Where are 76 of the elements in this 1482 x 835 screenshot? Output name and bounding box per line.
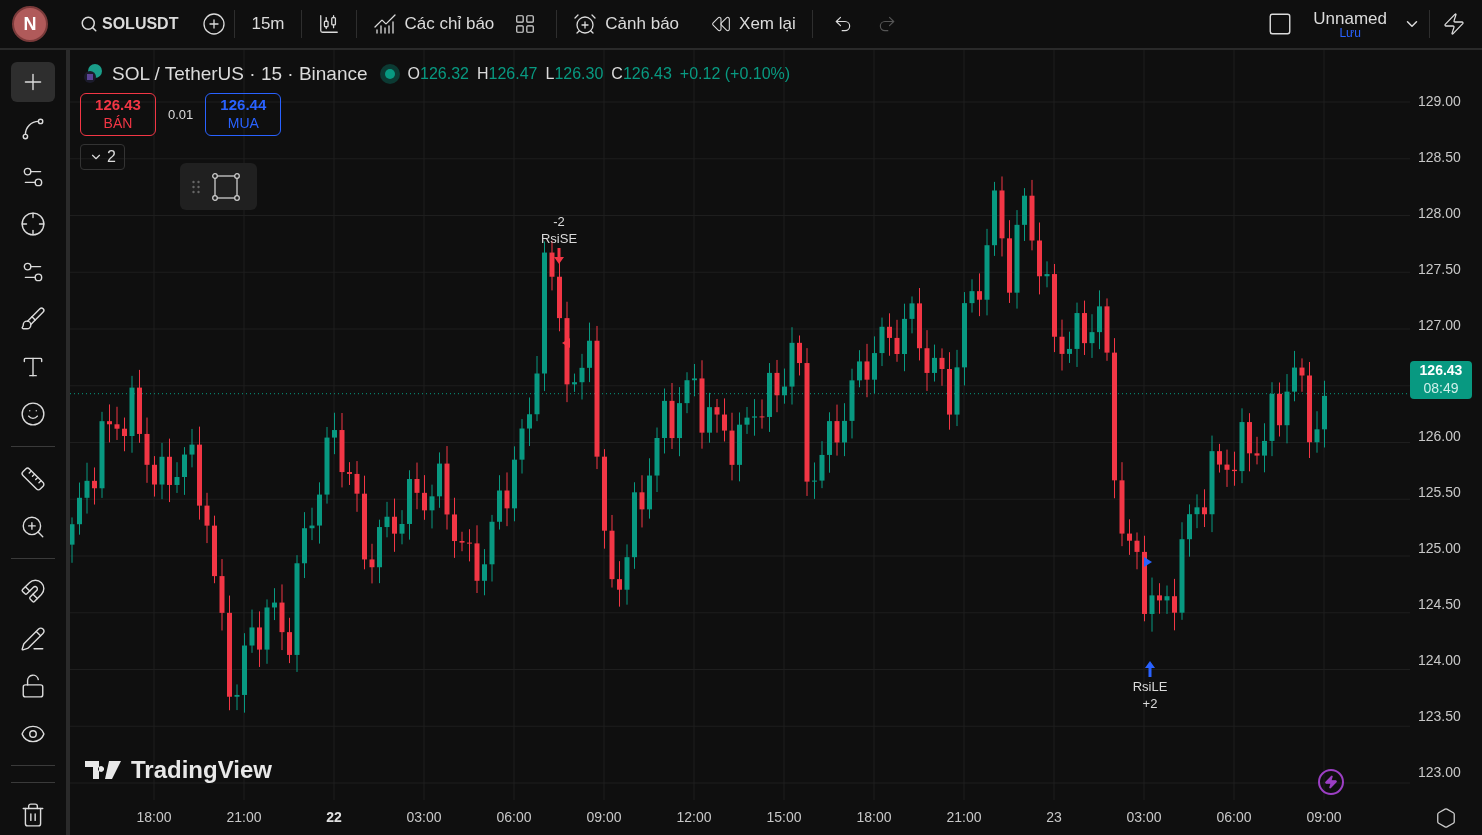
logo-icon bbox=[85, 760, 123, 780]
ohlc-value: C126.43 bbox=[611, 64, 672, 85]
replay-button[interactable]: Xem lại bbox=[703, 11, 804, 37]
price-label: 123.00 bbox=[1418, 762, 1461, 782]
indicators-button[interactable]: Các chỉ báo bbox=[364, 11, 503, 37]
price-label: 124.50 bbox=[1418, 595, 1461, 615]
time-label: 03:00 bbox=[406, 808, 442, 827]
pencil-icon bbox=[20, 625, 46, 652]
time-label: 22 bbox=[326, 808, 342, 827]
time-label: 12:00 bbox=[676, 808, 712, 827]
price-label: 125.50 bbox=[1418, 483, 1461, 503]
time-label: 06:00 bbox=[1216, 808, 1252, 827]
add-symbol-button[interactable] bbox=[202, 12, 227, 36]
drag-handle-icon bbox=[192, 179, 200, 194]
time-label: 09:00 bbox=[586, 808, 622, 827]
signal-label: -2 bbox=[553, 213, 565, 230]
tool-button[interactable] bbox=[11, 62, 55, 102]
time-label: 23 bbox=[1046, 808, 1062, 827]
save-link[interactable]: Lưu bbox=[1339, 26, 1361, 39]
sell-button[interactable]: 126.43 BÁN bbox=[80, 93, 156, 136]
triangle-marker-icon bbox=[1144, 557, 1152, 567]
price-label: 128.50 bbox=[1418, 147, 1461, 167]
grid-icon bbox=[514, 13, 537, 35]
triangle-marker-icon bbox=[562, 338, 570, 348]
ohlc-value: O126.32 bbox=[407, 64, 469, 85]
symbol-title: SOL / TetherUS · 15 · Binance bbox=[112, 62, 368, 86]
price-label: 127.50 bbox=[1418, 259, 1461, 279]
buy-button[interactable]: 126.44 MUA bbox=[205, 93, 282, 136]
time-label: 03:00 bbox=[1126, 808, 1162, 827]
signal-label: RsiLE bbox=[1132, 678, 1168, 695]
smiley-icon bbox=[20, 401, 46, 428]
rewind-icon bbox=[711, 14, 732, 34]
countdown-time: 08:49 bbox=[1423, 379, 1459, 398]
coin-icon bbox=[82, 63, 104, 86]
price-label: 128.00 bbox=[1418, 203, 1461, 223]
symbol-search-button[interactable]: SOLUSDT bbox=[80, 12, 179, 36]
collapse-indicators-button[interactable]: 2 bbox=[80, 144, 125, 170]
alarm-icon bbox=[573, 12, 598, 36]
price-label: 129.00 bbox=[1418, 92, 1461, 112]
alerts-button[interactable]: Cảnh báo bbox=[565, 11, 688, 37]
time-label: 21:00 bbox=[226, 808, 262, 827]
brand-logo-text: TradingView bbox=[131, 758, 272, 782]
time-label: 09:00 bbox=[1306, 808, 1342, 827]
magnet-icon bbox=[20, 578, 46, 605]
spread-value: 0.01 bbox=[168, 105, 194, 124]
up-arrow-icon bbox=[1144, 660, 1156, 678]
avatar[interactable]: N bbox=[12, 6, 48, 42]
layout-name[interactable]: Unnamed bbox=[1313, 9, 1387, 27]
time-label: 18:00 bbox=[856, 808, 892, 827]
signal-label: RsiSE bbox=[540, 230, 578, 247]
lightning-button[interactable] bbox=[1318, 769, 1344, 795]
time-label: 21:00 bbox=[946, 808, 982, 827]
time-label: 15:00 bbox=[766, 808, 802, 827]
trash-icon bbox=[20, 802, 46, 829]
time-label: 18:00 bbox=[136, 808, 172, 827]
settings-button[interactable] bbox=[1435, 806, 1457, 829]
ohlc-value: H126.47 bbox=[476, 64, 538, 85]
interval-button[interactable]: 15m bbox=[243, 11, 293, 37]
price-label: 125.00 bbox=[1418, 539, 1461, 559]
price-label: 126.00 bbox=[1418, 427, 1461, 447]
ruler-icon bbox=[20, 466, 46, 492]
indicators-icon bbox=[372, 12, 397, 36]
signal-label: +2 bbox=[1142, 695, 1158, 712]
price-change: +0.12 (+0.10%) bbox=[679, 64, 791, 85]
lightning-icon bbox=[1324, 775, 1338, 789]
time-label: 06:00 bbox=[496, 808, 532, 827]
current-price: 126.43 bbox=[1419, 362, 1463, 380]
rectangle-tool-icon bbox=[212, 172, 240, 201]
ohlc-value: L126.30 bbox=[545, 64, 604, 85]
price-label: 124.00 bbox=[1418, 650, 1461, 670]
price-label: 127.00 bbox=[1418, 315, 1461, 335]
search-icon bbox=[80, 15, 98, 33]
down-arrow-icon bbox=[553, 247, 565, 265]
crosshair-icon bbox=[20, 211, 46, 238]
price-label: 123.50 bbox=[1418, 706, 1461, 726]
unlock-icon bbox=[20, 673, 46, 700]
